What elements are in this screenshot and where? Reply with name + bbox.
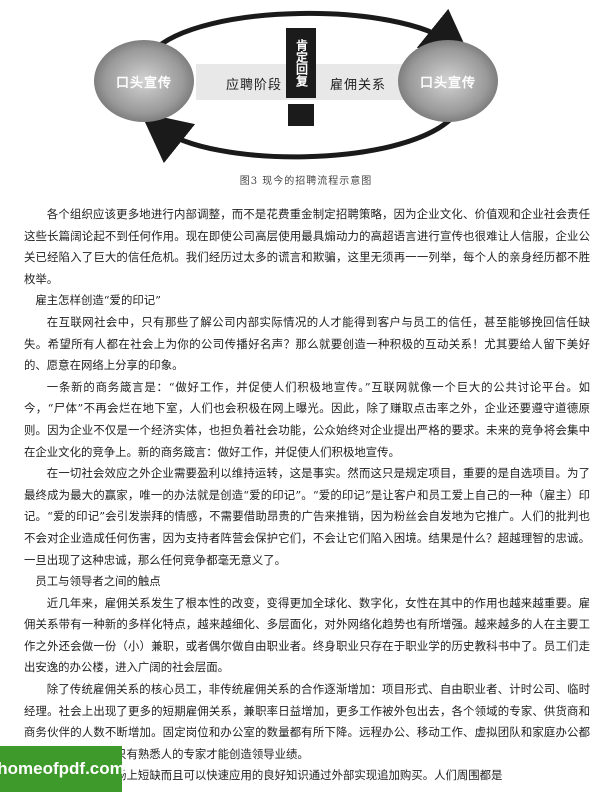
application-stage-label: 应聘阶段 bbox=[226, 78, 283, 93]
employment-relation-label: 雇佣关系 bbox=[330, 78, 387, 93]
word-of-mouth-left-oval: 口头宣传 bbox=[94, 40, 194, 122]
watermark-logo: homeofpdf.com bbox=[0, 746, 125, 792]
positive-reply-box: 肯定回复 bbox=[286, 28, 316, 98]
exclamation-dot bbox=[288, 104, 314, 126]
section-heading: 雇主怎样创造“爱的印记” bbox=[35, 293, 161, 308]
paragraph: 一条新的商务箴言是：“做好工作，并促使人们积极地宣传。”互联网就像一个巨大的公共… bbox=[24, 379, 590, 459]
oval-right-label: 口头宣传 bbox=[419, 75, 476, 91]
paragraph: 在一切社会效应之外企业需要盈利以维持运转，这是事实。然而这只是规定项目，重要的是… bbox=[24, 466, 590, 567]
figure-caption: 图3 现今的招聘流程示意图 bbox=[239, 176, 373, 187]
recruitment-flow-figure: 口头宣传 口头宣传 应聘阶段 雇佣关系 肯定回复 图3 现今的招聘流程示意图 bbox=[0, 0, 612, 187]
paragraph: 各个组织应该更多地进行内部调整，而不是花费重金制定招聘策略，因为企业文化、价值观… bbox=[24, 207, 590, 286]
paragraph: 近几年来，雇佣关系发生了根本性的改变，变得更加全球化、数字化，女性在其中的作用也… bbox=[24, 595, 590, 675]
word-of-mouth-right-oval: 口头宣传 bbox=[398, 40, 498, 122]
positive-reply-label: 肯定回复 bbox=[294, 39, 309, 87]
oval-left-label: 口头宣传 bbox=[115, 75, 172, 91]
article-body: 各个组织应该更多地进行内部调整，而不是花费重金制定招聘策略，因为企业文化、价值观… bbox=[24, 204, 590, 787]
paragraph: 在互联网社会中，只有那些了解公司内部实际情况的人才能得到客户与员工的信任，甚至能… bbox=[24, 314, 590, 373]
section-heading: 员工与领导者之间的触点 bbox=[35, 574, 161, 589]
